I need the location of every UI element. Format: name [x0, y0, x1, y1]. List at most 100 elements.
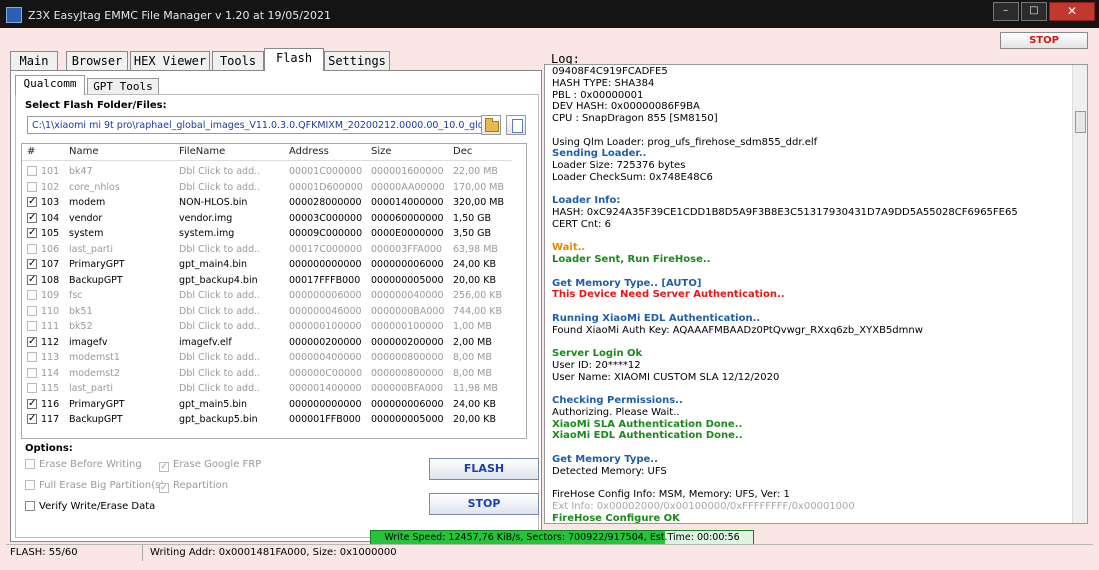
- cell-name: vendor: [69, 212, 103, 224]
- col-size[interactable]: Size: [371, 146, 392, 157]
- table-row[interactable]: 115 last_parti Dbl Click to add.. 000001400…: [22, 381, 512, 397]
- select-files-button[interactable]: [506, 115, 526, 135]
- browse-folder-button[interactable]: [481, 115, 501, 135]
- global-stop-button[interactable]: STOP: [1000, 32, 1088, 49]
- table-row[interactable]: ✓ 108 BackupGPT gpt_backup4.bin 00017FFFB000…: [22, 273, 512, 289]
- row-checkbox[interactable]: [27, 290, 37, 300]
- row-checkbox[interactable]: [27, 383, 37, 393]
- option-erase-google-frp[interactable]: ✓ Erase Google FRP: [159, 459, 261, 472]
- row-checkbox[interactable]: ✓: [27, 197, 37, 207]
- checkbox[interactable]: [25, 501, 35, 511]
- option-full-erase-big-partitions[interactable]: Full Erase Big Partition(s): [25, 480, 164, 491]
- flash-button[interactable]: FLASH: [429, 458, 539, 480]
- log-scroll-thumb[interactable]: [1075, 111, 1086, 133]
- cell-size: 000000006000: [371, 398, 444, 410]
- cell-addr: 000000006000: [289, 290, 362, 301]
- table-row[interactable]: 114 modemst2 Dbl Click to add.. 000000C0000…: [22, 366, 512, 382]
- minimize-icon[interactable]: –: [992, 2, 1019, 21]
- table-row[interactable]: ✓ 112 imagefv imagefv.elf 000000200000 000000…: [22, 335, 512, 351]
- row-checkbox[interactable]: [27, 367, 37, 378]
- tab-main[interactable]: Main: [10, 51, 58, 70]
- row-checkbox[interactable]: [27, 305, 37, 316]
- log-line: HASH TYPE: SHA384: [552, 77, 655, 89]
- table-row[interactable]: ✓ 116 PrimaryGPT gpt_main5.bin 000000000000 0…: [22, 397, 512, 413]
- cell-size: 000000100000: [371, 321, 444, 332]
- cell-size: 000000200000: [371, 336, 444, 348]
- cell-dec: 170,00 MB: [453, 181, 504, 193]
- cell-name: last_parti: [69, 383, 114, 394]
- checkbox[interactable]: ✓: [159, 462, 169, 472]
- table-row[interactable]: ✓ 104 vendor vendor.img 00003C000000 00006000…: [22, 211, 512, 227]
- flash-folder-label: Select Flash Folder/Files:: [25, 100, 167, 111]
- col-address[interactable]: Address: [289, 146, 329, 157]
- close-icon[interactable]: ✕: [1049, 2, 1095, 21]
- col-dec[interactable]: Dec: [453, 146, 472, 157]
- file-icon: [512, 119, 523, 133]
- status-bar: FLASH: 55/60 Writing Addr: 0x0001481FA00…: [6, 544, 1093, 561]
- cell-size: 0000E0000000: [371, 228, 444, 239]
- table-row[interactable]: ✓ 105 system system.img 00009C000000 0000E000…: [22, 226, 512, 242]
- row-checkbox[interactable]: ✓: [27, 228, 37, 238]
- cell-name: modem: [69, 197, 106, 208]
- table-row[interactable]: ✓ 103 modem NON-HLOS.bin 000028000000 0000140…: [22, 195, 512, 211]
- maximize-icon[interactable]: □: [1020, 2, 1047, 21]
- flash-folder-path[interactable]: C:\1\xiaomi mi 9t pro\raphael_global_ima…: [27, 116, 482, 134]
- table-row[interactable]: 109 fsc Dbl Click to add.. 000000006000 0000…: [22, 288, 512, 304]
- tab-flash[interactable]: Flash: [264, 48, 324, 71]
- tab-hex-viewer[interactable]: HEX Viewer: [130, 51, 210, 70]
- cell-num: 113: [41, 352, 60, 363]
- log-line: This Device Need Server Authentication..: [552, 289, 785, 301]
- option-erase-before-writing[interactable]: Erase Before Writing: [25, 459, 142, 470]
- row-checkbox[interactable]: [27, 181, 37, 192]
- cell-addr: 00001C000000: [289, 166, 363, 177]
- checkbox[interactable]: ✓: [159, 483, 169, 493]
- tab-settings[interactable]: Settings: [324, 51, 390, 70]
- row-checkbox[interactable]: ✓: [27, 398, 37, 409]
- cell-dec: 24,00 KB: [453, 259, 496, 270]
- log-panel[interactable]: 09408F4C919FCADFE5 HASH TYPE: SHA384 PBL :…: [544, 64, 1088, 524]
- log-line: Checking Permissions..: [552, 395, 683, 406]
- row-checkbox[interactable]: ✓: [27, 274, 37, 285]
- row-checkbox[interactable]: [27, 352, 37, 362]
- cell-dec: 320,00 MB: [453, 197, 504, 208]
- row-checkbox[interactable]: ✓: [27, 336, 37, 347]
- table-scrollbar[interactable]: ▲ ▼: [526, 144, 527, 438]
- table-row[interactable]: ✓ 107 PrimaryGPT gpt_main4.bin 000000000000 0…: [22, 257, 512, 273]
- table-row[interactable]: 113 modemst1 Dbl Click to add.. 00000040000…: [22, 350, 512, 366]
- checkbox[interactable]: [25, 480, 35, 490]
- table-row[interactable]: 106 last_parti Dbl Click to add.. 00017C000…: [22, 242, 512, 258]
- table-row[interactable]: 111 bk52 Dbl Click to add.. 000000100000 000…: [22, 319, 512, 335]
- row-checkbox[interactable]: ✓: [27, 414, 37, 424]
- tab-tools[interactable]: Tools: [212, 51, 264, 70]
- table-row[interactable]: 102 core_nhlos Dbl Click to add.. 00001D600…: [22, 180, 512, 196]
- cell-dec: 22,00 MB: [453, 166, 498, 177]
- log-line: Get Memory Type..: [552, 453, 658, 465]
- row-checkbox[interactable]: [27, 243, 37, 254]
- cell-file: Dbl Click to add..: [179, 352, 261, 363]
- row-checkbox[interactable]: ✓: [27, 259, 37, 269]
- option-verify-write-erase[interactable]: Verify Write/Erase Data: [25, 501, 155, 512]
- col-filename[interactable]: FileName: [179, 146, 225, 157]
- row-checkbox[interactable]: ✓: [27, 212, 37, 223]
- cell-num: 115: [41, 383, 60, 394]
- col-name[interactable]: Name: [69, 146, 99, 157]
- option-repartition[interactable]: ✓ Repartition: [159, 480, 228, 493]
- log-line: Get Memory Type.. [AUTO]: [552, 277, 702, 289]
- cell-size: 000000006000: [371, 259, 444, 270]
- stop-button[interactable]: STOP: [429, 493, 539, 515]
- row-checkbox[interactable]: [27, 166, 37, 176]
- log-line: Using Qlm Loader: prog_ufs_firehose_sdm8…: [552, 136, 818, 148]
- tab-qualcomm[interactable]: Qualcomm: [15, 75, 85, 95]
- log-line: HASH: 0xC924A35F39CE1CDD1B8D5A9F3B8E3C51…: [552, 207, 1018, 218]
- log-line: 09408F4C919FCADFE5: [552, 66, 668, 77]
- table-row[interactable]: 110 bk51 Dbl Click to add.. 000000046000 000…: [22, 304, 512, 320]
- table-row[interactable]: 101 bk47 Dbl Click to add.. 00001C000000 000…: [22, 164, 512, 180]
- cell-size: 000000040000: [371, 290, 444, 301]
- checkbox[interactable]: [25, 459, 35, 469]
- tab-gpt-tools[interactable]: GPT Tools: [87, 78, 159, 95]
- col-num[interactable]: #: [27, 146, 35, 157]
- log-scrollbar[interactable]: [1072, 65, 1087, 523]
- tab-browser[interactable]: Browser: [66, 51, 128, 70]
- table-row[interactable]: ✓ 117 BackupGPT gpt_backup5.bin 000001FFB000…: [22, 412, 512, 428]
- row-checkbox[interactable]: [27, 321, 37, 331]
